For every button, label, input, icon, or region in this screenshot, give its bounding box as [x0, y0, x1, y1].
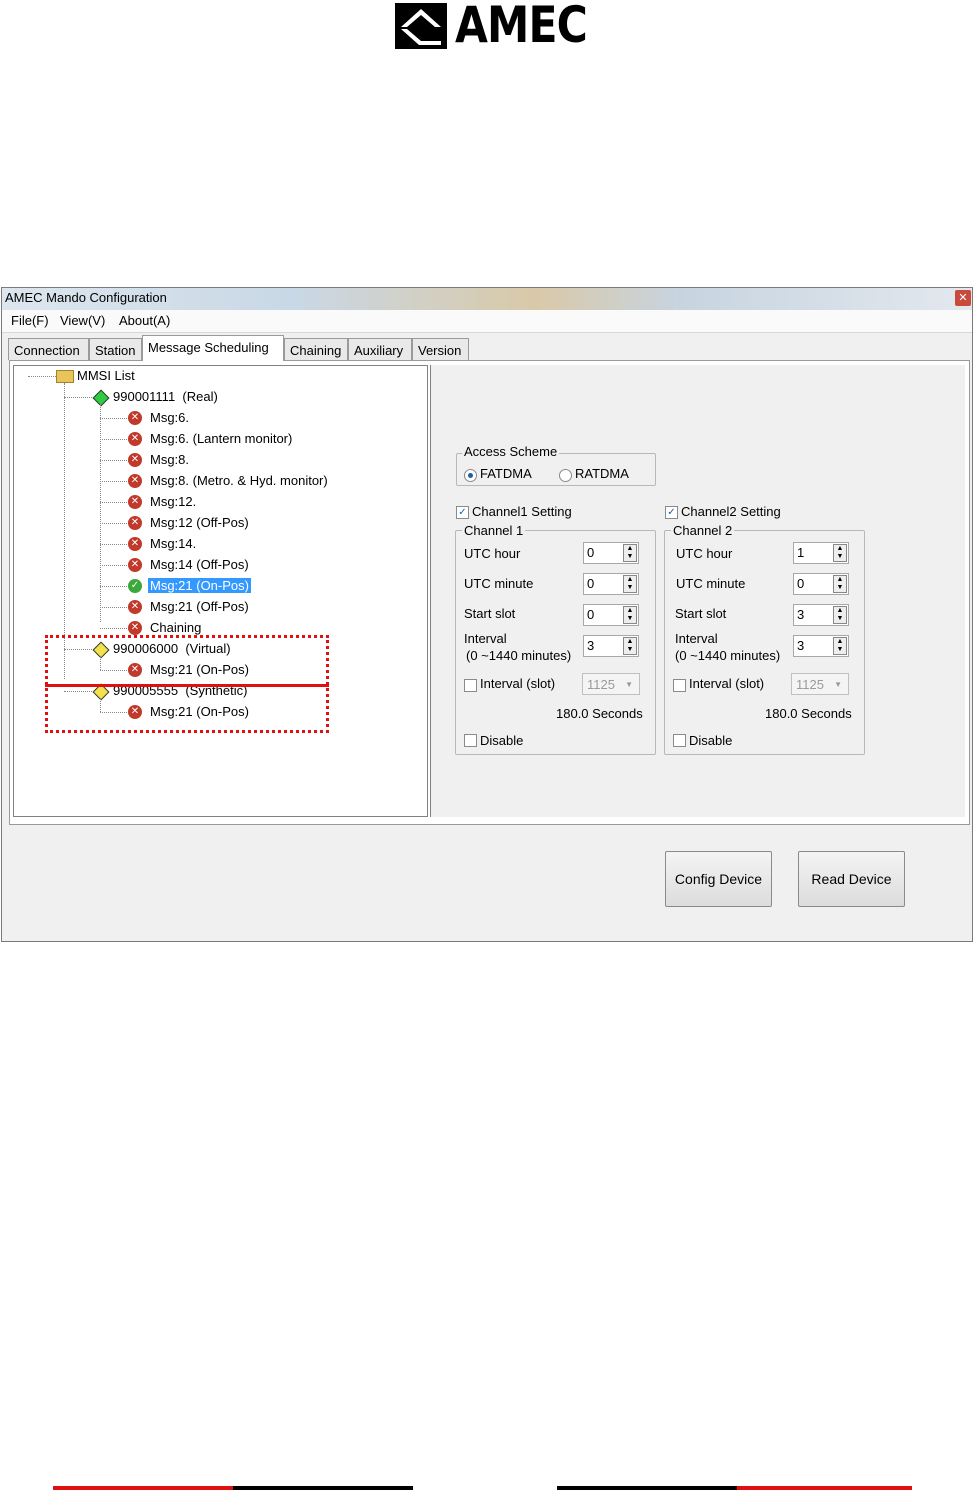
footer-rule-red-right — [737, 1486, 912, 1490]
tree-root[interactable]: MMSI List — [77, 368, 135, 383]
menu-view[interactable]: View(V) — [60, 313, 105, 328]
ch2-interval-slot-label: Interval (slot) — [689, 676, 765, 691]
tab-version[interactable]: Version — [412, 338, 469, 360]
tree-vessel[interactable]: 990001111 (Real) — [113, 389, 218, 404]
error-icon: ✕ — [128, 621, 142, 635]
ch2-disable-checkbox[interactable] — [673, 734, 686, 747]
ch2-interval-spinner[interactable]: 3 ▲ ▼ — [793, 635, 849, 657]
ch1-disable-label: Disable — [480, 733, 524, 748]
app-window: AMEC Mando Configuration ✕ File(F) View(… — [1, 287, 973, 942]
footer-rule-black-left — [233, 1486, 413, 1490]
error-icon: ✕ — [128, 537, 142, 551]
ch1-interval-slot-checkbox[interactable] — [464, 679, 477, 692]
error-icon: ✕ — [128, 600, 142, 614]
window-title: AMEC Mando Configuration — [5, 290, 167, 305]
ch2-interval-slot-checkbox[interactable] — [673, 679, 686, 692]
ch1-seconds: 180.0 Seconds — [556, 706, 643, 721]
read-device-button[interactable]: Read Device — [798, 851, 905, 907]
tree-msg[interactable]: Msg:14. — [150, 536, 196, 551]
tree-msg[interactable]: Msg:8. — [150, 452, 189, 467]
channel2-setting-label: Channel2 Setting — [681, 504, 781, 519]
mmsi-tree[interactable]: MMSI List 990001111 (Real) ✕ Msg:6. ✕ Ms… — [13, 365, 428, 817]
tab-auxiliary[interactable]: Auxiliary — [348, 338, 412, 360]
close-button[interactable]: ✕ — [955, 290, 971, 306]
ratdma-label: RATDMA — [575, 466, 629, 481]
channel1-group-label: Channel 1 — [462, 523, 526, 538]
footer-rule-black-right — [557, 1486, 737, 1490]
ch1-interval-label: Interval — [464, 631, 507, 646]
tree-msg[interactable]: Msg:6. — [150, 410, 189, 425]
ch2-utc-hour-spinner[interactable]: 1 ▲ ▼ — [793, 542, 849, 564]
ch1-disable-checkbox[interactable] — [464, 734, 477, 747]
scheduling-pane: Access Scheme FATDMA RATDMA ✓ Channel1 S… — [430, 365, 965, 817]
ch2-start-slot-label: Start slot — [675, 606, 727, 621]
check-icon: ✓ — [128, 579, 142, 593]
ch1-utc-minute-spinner[interactable]: 0 ▲ ▼ — [583, 573, 639, 595]
config-device-button[interactable]: Config Device — [665, 851, 772, 907]
tree-msg[interactable]: Msg:12 (Off-Pos) — [150, 515, 249, 530]
ch1-interval-range: (0 ~1440 minutes) — [466, 648, 572, 663]
menu-bar: File(F) View(V) About(A) — [2, 310, 972, 333]
ch2-interval-range: (0 ~1440 minutes) — [675, 648, 781, 663]
ch2-utc-minute-spinner[interactable]: 0 ▲ ▼ — [793, 573, 849, 595]
access-scheme-label: Access Scheme — [462, 444, 560, 459]
ch1-start-slot-label: Start slot — [464, 606, 516, 621]
tab-chaining[interactable]: Chaining — [284, 338, 348, 360]
ch2-interval-label: Interval — [675, 631, 718, 646]
ch1-utc-minute-label: UTC minute — [464, 576, 534, 591]
error-icon: ✕ — [128, 495, 142, 509]
ch2-start-slot-spinner[interactable]: 3 ▲ ▼ — [793, 604, 849, 626]
tree-msg-selected[interactable]: Msg:21 (On-Pos) — [148, 578, 251, 593]
channel2-group-label: Channel 2 — [671, 523, 735, 538]
tab-connection[interactable]: Connection — [8, 338, 89, 360]
amec-chevron-logo-icon — [395, 3, 447, 49]
tree-msg[interactable]: Msg:8. (Metro. & Hyd. monitor) — [150, 473, 328, 488]
tree-msg[interactable]: Msg:6. (Lantern monitor) — [150, 431, 292, 446]
error-icon: ✕ — [128, 474, 142, 488]
error-icon: ✕ — [128, 432, 142, 446]
menu-about[interactable]: About(A) — [119, 313, 170, 328]
amec-logo-text: AMEC — [455, 0, 588, 54]
channel2-checkbox[interactable]: ✓ — [665, 506, 678, 519]
error-icon: ✕ — [128, 411, 142, 425]
error-icon: ✕ — [128, 558, 142, 572]
tree-msg[interactable]: Chaining — [150, 620, 201, 635]
ch1-interval-slot-combo[interactable]: 1125 ▼ — [582, 673, 640, 695]
ch1-start-slot-spinner[interactable]: 0 ▲ ▼ — [583, 604, 639, 626]
menu-file[interactable]: File(F) — [11, 313, 49, 328]
channel1-checkbox[interactable]: ✓ — [456, 506, 469, 519]
tree-msg[interactable]: Msg:12. — [150, 494, 196, 509]
fatdma-radio[interactable] — [464, 469, 477, 482]
vessel-real-icon — [92, 389, 110, 407]
ch2-seconds: 180.0 Seconds — [765, 706, 852, 721]
ch1-utc-hour-spinner[interactable]: 0 ▲ ▼ — [583, 542, 639, 564]
tree-msg[interactable]: Msg:21 (Off-Pos) — [150, 599, 249, 614]
footer-rule-red-left — [53, 1486, 233, 1490]
tab-message-scheduling[interactable]: Message Scheduling — [142, 335, 284, 361]
annotation-line — [45, 684, 329, 687]
ch2-interval-slot-combo[interactable]: 1125 ▼ — [791, 673, 849, 695]
tree-msg[interactable]: Msg:14 (Off-Pos) — [150, 557, 249, 572]
channel1-setting-label: Channel1 Setting — [472, 504, 572, 519]
close-icon: ✕ — [958, 292, 968, 304]
error-icon: ✕ — [128, 453, 142, 467]
fatdma-label: FATDMA — [480, 466, 532, 481]
error-icon: ✕ — [128, 516, 142, 530]
ch1-interval-spinner[interactable]: 3 ▲ ▼ — [583, 635, 639, 657]
title-bar: AMEC Mando Configuration ✕ — [2, 288, 972, 310]
tab-panel: MMSI List 990001111 (Real) ✕ Msg:6. ✕ Ms… — [9, 360, 970, 825]
ch2-disable-label: Disable — [689, 733, 733, 748]
ch1-utc-hour-label: UTC hour — [464, 546, 521, 561]
ch1-interval-slot-label: Interval (slot) — [480, 676, 556, 691]
ratdma-radio[interactable] — [559, 469, 572, 482]
folder-icon — [56, 370, 74, 383]
ch2-utc-hour-label: UTC hour — [676, 546, 733, 561]
tab-station[interactable]: Station — [89, 338, 142, 360]
ch2-utc-minute-label: UTC minute — [676, 576, 746, 591]
